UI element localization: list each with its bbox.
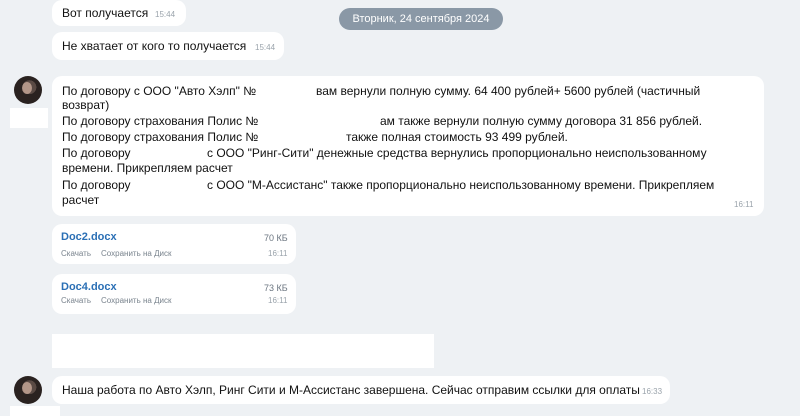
message-line: По договору <box>62 178 131 192</box>
save-to-disk-link[interactable]: Сохранить на Диск <box>101 249 171 258</box>
avatar[interactable] <box>14 376 42 404</box>
save-to-disk-link[interactable]: Сохранить на Диск <box>101 296 171 305</box>
message-line: По договору страхования Полис № <box>62 130 259 144</box>
message-line: По договору страхования Полис № <box>62 114 259 128</box>
file-size: 73 КБ <box>264 283 288 293</box>
file-name-link[interactable]: Doc4.docx <box>61 281 117 293</box>
redacted-area <box>52 334 434 368</box>
message-time: 16:11 <box>268 296 288 305</box>
message-line: расчет <box>62 193 100 207</box>
message-line: По договору с ООО "Авто Хэлп" № <box>62 84 257 98</box>
message-line: По договору <box>62 146 131 160</box>
message-bubble: Наша работа по Авто Хэлп, Ринг Сити и М-… <box>52 376 670 404</box>
message-bubble: Вот получается 15:44 <box>52 0 186 26</box>
message-time: 16:11 <box>734 200 754 209</box>
message-text: Вот получается <box>62 6 149 20</box>
message-time: 15:44 <box>155 10 176 19</box>
avatar[interactable] <box>14 76 42 104</box>
file-size: 70 КБ <box>264 233 288 243</box>
message-text: Наша работа по Авто Хэлп, Ринг Сити и М-… <box>62 383 640 397</box>
download-link[interactable]: Скачать <box>61 296 91 305</box>
message-line: с ООО "Ринг-Сити" денежные средства верн… <box>207 146 707 160</box>
message-time: 15:44 <box>255 43 276 52</box>
message-line: с ООО "М-Ассистанс" также пропорциональн… <box>207 178 715 192</box>
date-divider: Вторник, 24 сентября 2024 <box>339 8 503 30</box>
message-text: Не хватает от кого то получается <box>62 39 247 53</box>
file-attachment[interactable]: Doc4.docx 73 КБ Скачать Сохранить на Дис… <box>52 274 296 314</box>
message-line: времени. Прикрепляем расчет <box>62 161 233 175</box>
message-line: также полная стоимость 93 499 рублей. <box>346 130 568 144</box>
message-time: 16:11 <box>268 249 288 258</box>
message-line: вам вернули полную сумму. 64 400 рублей+… <box>316 84 701 98</box>
message-line: ам также вернули полную сумму договора 3… <box>380 114 703 128</box>
file-name-link[interactable]: Doc2.docx <box>61 231 117 243</box>
download-link[interactable]: Скачать <box>61 249 91 258</box>
redacted-area <box>10 108 48 128</box>
redacted-area <box>10 406 60 416</box>
message-bubble: Не хватает от кого то получается 15:44 <box>52 32 284 60</box>
message-line: возврат) <box>62 98 110 112</box>
message-time: 16:33 <box>642 387 663 396</box>
file-attachment[interactable]: Doc2.docx 70 КБ Скачать Сохранить на Дис… <box>52 224 296 264</box>
